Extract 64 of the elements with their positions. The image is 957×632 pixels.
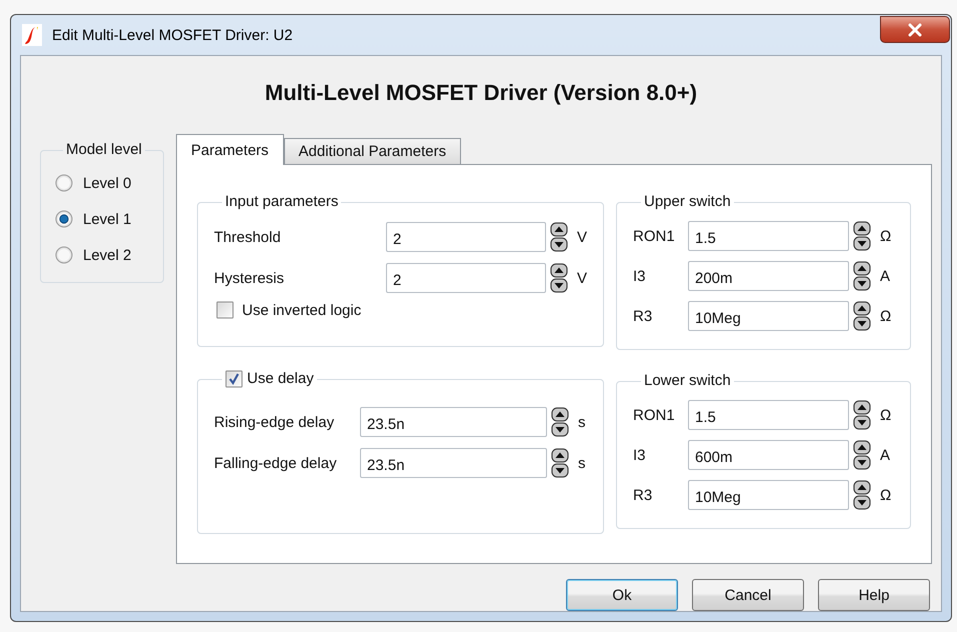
unit-label: V: [577, 228, 588, 246]
input-field[interactable]: 23.5n: [360, 407, 547, 437]
input-field[interactable]: 2: [386, 222, 546, 252]
spinner-icon[interactable]: [853, 301, 871, 331]
spinner-icon[interactable]: [853, 221, 871, 251]
input-field[interactable]: 10Meg: [688, 301, 849, 331]
spinner-icon[interactable]: [853, 440, 871, 470]
checkbox[interactable]: [216, 301, 234, 319]
checkbox[interactable]: [225, 370, 243, 388]
radio-button[interactable]: [55, 210, 73, 228]
unit-label: s: [578, 414, 586, 430]
radio-label: Level 2: [83, 246, 132, 264]
input-field[interactable]: 600m: [688, 440, 849, 470]
radio-button[interactable]: [55, 174, 73, 192]
radio-label: Level 1: [83, 210, 132, 228]
field-label: Rising-edge delay: [214, 414, 336, 430]
checkbox-label: Use delay: [247, 370, 314, 388]
spinner-icon[interactable]: [550, 222, 568, 252]
dialog-button[interactable]: Cancel: [692, 579, 804, 611]
unit-label: V: [577, 270, 588, 286]
unit-label: Ω: [880, 228, 892, 244]
app-logo-icon: [22, 24, 42, 46]
spinner-icon[interactable]: [550, 263, 568, 293]
group-title: Input parameters: [225, 193, 338, 211]
field-label: RON1: [633, 406, 676, 424]
window-title: Edit Multi-Level MOSFET Driver: U2: [52, 26, 293, 44]
group-title: Upper switch: [644, 193, 731, 211]
input-field[interactable]: 200m: [688, 261, 849, 291]
input-field[interactable]: 1.5: [688, 400, 849, 430]
spinner-icon[interactable]: [551, 448, 569, 478]
radio-button[interactable]: [55, 246, 73, 264]
unit-label: Ω: [880, 406, 892, 424]
checkbox-label: Use inverted logic: [242, 302, 362, 318]
dialog-button[interactable]: Ok: [566, 579, 678, 611]
spinner-icon[interactable]: [551, 407, 569, 437]
field-label: Threshold: [214, 228, 282, 246]
spinner-icon[interactable]: [853, 480, 871, 510]
field-label: R3: [633, 486, 654, 504]
field-label: I3: [633, 446, 647, 464]
field-label: R3: [633, 308, 654, 324]
close-icon: [908, 22, 922, 36]
close-button[interactable]: [880, 16, 950, 43]
input-field[interactable]: 2: [386, 263, 546, 293]
group-title: Model level: [66, 141, 142, 159]
tab[interactable]: Parameters: [176, 134, 284, 165]
unit-label: Ω: [880, 486, 892, 504]
group-title: Lower switch: [644, 372, 731, 390]
dialog-button[interactable]: Help: [818, 579, 930, 611]
spinner-icon[interactable]: [853, 261, 871, 291]
dialog-heading: Multi-Level MOSFET Driver (Version 8.0+): [264, 79, 698, 107]
spinner-icon[interactable]: [853, 400, 871, 430]
field-label: RON1: [633, 228, 676, 244]
unit-label: s: [578, 454, 586, 472]
field-label: Falling-edge delay: [214, 454, 338, 472]
unit-label: A: [880, 446, 890, 464]
unit-label: Ω: [880, 308, 892, 324]
field-label: Hysteresis: [214, 270, 286, 286]
radio-label: Level 0: [83, 174, 132, 192]
unit-label: A: [880, 268, 890, 284]
input-field[interactable]: 1.5: [688, 221, 849, 251]
input-field[interactable]: 10Meg: [688, 480, 849, 510]
field-label: I3: [633, 268, 647, 284]
tab[interactable]: Additional Parameters: [284, 138, 462, 164]
input-field[interactable]: 23.5n: [360, 448, 547, 478]
